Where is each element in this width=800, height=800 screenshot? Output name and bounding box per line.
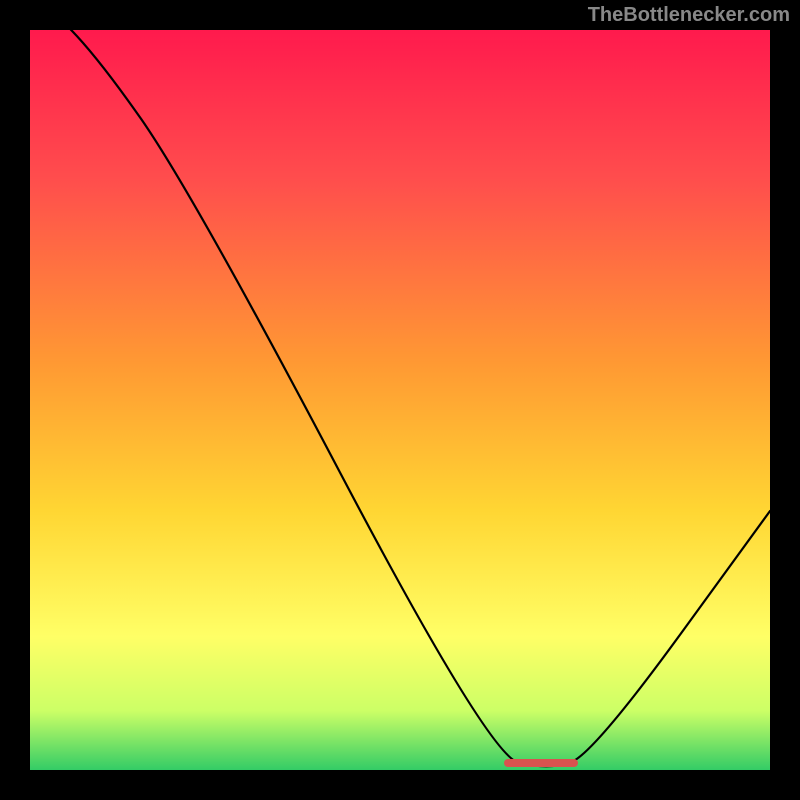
sweet-spot-marker: [504, 759, 578, 767]
plot-area: [30, 30, 770, 770]
watermark-text: TheBottlenecker.com: [588, 4, 790, 27]
bottleneck-curve: [30, 30, 770, 770]
chart-container: TheBottlenecker.com: [0, 0, 800, 800]
